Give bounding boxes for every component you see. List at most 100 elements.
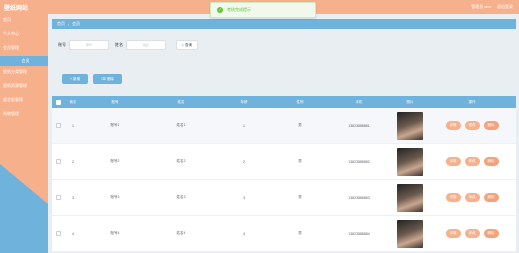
- cell-sex: 男: [298, 231, 302, 235]
- cell-no: 账号4: [110, 231, 120, 235]
- cell-ops: 详情 修改 删除: [428, 229, 516, 238]
- cell-sex: 男: [298, 195, 302, 199]
- cell-index: 1: [72, 123, 74, 128]
- search-no-label: 账号: [58, 42, 66, 47]
- delete-button[interactable]: 删除: [483, 229, 499, 238]
- cell-age: 1: [243, 123, 245, 128]
- row-checkbox[interactable]: [55, 195, 61, 200]
- header-name: 姓名: [177, 99, 185, 104]
- cell-ops: 详情 修改 删除: [428, 193, 516, 202]
- header-ops: 操作: [468, 99, 476, 104]
- row-checkbox[interactable]: [55, 231, 61, 236]
- cell-photo: [392, 147, 428, 176]
- edit-button[interactable]: 修改: [464, 157, 480, 166]
- search-button[interactable]: ⌕ 查询: [176, 40, 198, 50]
- row-check-cell: [52, 231, 64, 236]
- cell-ops: 详情 修改 删除: [428, 157, 516, 166]
- header-index: 索引: [69, 99, 77, 104]
- header-no: 账号: [111, 99, 119, 104]
- row-checkbox[interactable]: [55, 159, 61, 164]
- member-table: 索引 账号 姓名 年龄 性别 手机 照片 操作 1 账号1 姓名1 1 男 13…: [52, 96, 516, 252]
- action-bar: + 新增 ⌫ 删除: [62, 74, 122, 84]
- cell-no: 账号3: [110, 195, 120, 199]
- sidebar-item-system[interactable]: 系统管理: [0, 108, 48, 122]
- edit-button[interactable]: 修改: [464, 193, 480, 202]
- search-name-input[interactable]: 姓名: [126, 40, 166, 50]
- search-bar: 账号 账号 姓名 姓名 ⌕ 查询: [58, 40, 198, 50]
- cell-age: 4: [243, 231, 245, 236]
- delete-button[interactable]: 删除: [483, 193, 499, 202]
- sidebar-subitem-member[interactable]: 会员: [0, 56, 48, 66]
- row-checkbox[interactable]: [55, 123, 61, 128]
- delete-button[interactable]: 删除: [483, 157, 499, 166]
- search-button-label: 查询: [184, 43, 192, 47]
- row-check-cell: [52, 195, 64, 200]
- cell-phone: 13823888882: [348, 159, 370, 164]
- member-photo[interactable]: [397, 147, 423, 176]
- header-sex: 性别: [296, 99, 304, 104]
- sidebar-item-wallpaper-resource[interactable]: 壁纸资源管理: [0, 80, 48, 94]
- member-photo[interactable]: [397, 183, 423, 212]
- cell-ops: 详情 修改 删除: [428, 121, 516, 130]
- check-icon: ✓: [217, 7, 223, 13]
- cell-index: 3: [72, 195, 74, 200]
- sidebar-item-members[interactable]: 会员管理: [0, 42, 48, 56]
- batch-delete-button[interactable]: ⌫ 删除: [93, 74, 122, 84]
- table-row: 1 账号1 姓名1 1 男 13823888881 详情 修改 删除: [52, 108, 516, 144]
- header-photo: 照片: [406, 99, 414, 104]
- sidebar: 首页 个人中心 会员管理 会员 壁纸分类管理 壁纸资源管理 留言板管理 系统管理: [0, 14, 48, 253]
- cell-age: 2: [243, 159, 245, 164]
- detail-button[interactable]: 详情: [445, 157, 461, 166]
- success-toast: ✓ 考核完成提示: [210, 2, 316, 18]
- select-all-cell: [52, 99, 64, 105]
- table-row: 3 账号3 姓名3 3 男 13823888883 详情 修改 删除: [52, 180, 516, 216]
- cell-name: 姓名2: [176, 159, 186, 163]
- member-photo[interactable]: [397, 111, 423, 140]
- breadcrumb-separator-icon: /: [68, 21, 70, 27]
- header-phone: 手机: [355, 99, 363, 104]
- batch-delete-label: 删除: [106, 77, 114, 81]
- detail-button[interactable]: 详情: [445, 121, 461, 130]
- cell-photo: [392, 219, 428, 248]
- select-all-checkbox[interactable]: [55, 99, 61, 105]
- cell-phone: 13823888881: [348, 123, 370, 128]
- breadcrumb-current: 会员: [72, 21, 81, 26]
- cell-phone: 13823888884: [348, 231, 370, 236]
- delete-button[interactable]: 删除: [483, 121, 499, 130]
- cell-photo: [392, 183, 428, 212]
- cell-name: 姓名4: [176, 231, 186, 235]
- cell-age: 3: [243, 195, 245, 200]
- sidebar-item-wallpaper-category[interactable]: 壁纸分类管理: [0, 66, 48, 80]
- search-name-label: 姓名: [115, 42, 123, 47]
- add-button[interactable]: + 新增: [62, 74, 89, 84]
- detail-button[interactable]: 详情: [445, 193, 461, 202]
- trash-icon: ⌫: [101, 77, 106, 81]
- cell-sex: 男: [298, 159, 302, 163]
- row-check-cell: [52, 123, 64, 128]
- member-photo[interactable]: [397, 219, 423, 248]
- admin-label: 管理员 abo: [471, 4, 491, 9]
- breadcrumb-home[interactable]: 首页: [57, 21, 65, 27]
- sidebar-item-home[interactable]: 首页: [0, 14, 48, 28]
- top-right: 管理员 abo 退出登录: [471, 4, 513, 10]
- cell-name: 姓名1: [176, 123, 186, 127]
- table-row: 2 账号2 姓名2 2 男 13823888882 详情 修改 删除: [52, 144, 516, 180]
- table-header: 索引 账号 姓名 年龄 性别 手机 照片 操作: [52, 96, 516, 108]
- cell-photo: [392, 111, 428, 140]
- cell-phone: 13823888883: [348, 195, 370, 200]
- header-age: 年龄: [240, 99, 248, 104]
- cell-sex: 男: [298, 123, 302, 127]
- logout-link[interactable]: 退出登录: [497, 4, 513, 10]
- sidebar-item-message-board[interactable]: 留言板管理: [0, 94, 48, 108]
- search-icon: ⌕: [182, 43, 184, 47]
- cell-index: 2: [72, 159, 74, 164]
- breadcrumb: 首页 / 会员: [52, 19, 516, 29]
- add-button-label: 新增: [73, 77, 81, 81]
- table-row: 4 账号4 姓名4 4 男 13823888884 详情 修改 删除: [52, 216, 516, 252]
- edit-button[interactable]: 修改: [464, 229, 480, 238]
- edit-button[interactable]: 修改: [464, 121, 480, 130]
- sidebar-item-profile[interactable]: 个人中心: [0, 28, 48, 42]
- detail-button[interactable]: 详情: [445, 229, 461, 238]
- search-no-input[interactable]: 账号: [69, 40, 109, 50]
- brand-title: 壁纸网站: [4, 6, 29, 12]
